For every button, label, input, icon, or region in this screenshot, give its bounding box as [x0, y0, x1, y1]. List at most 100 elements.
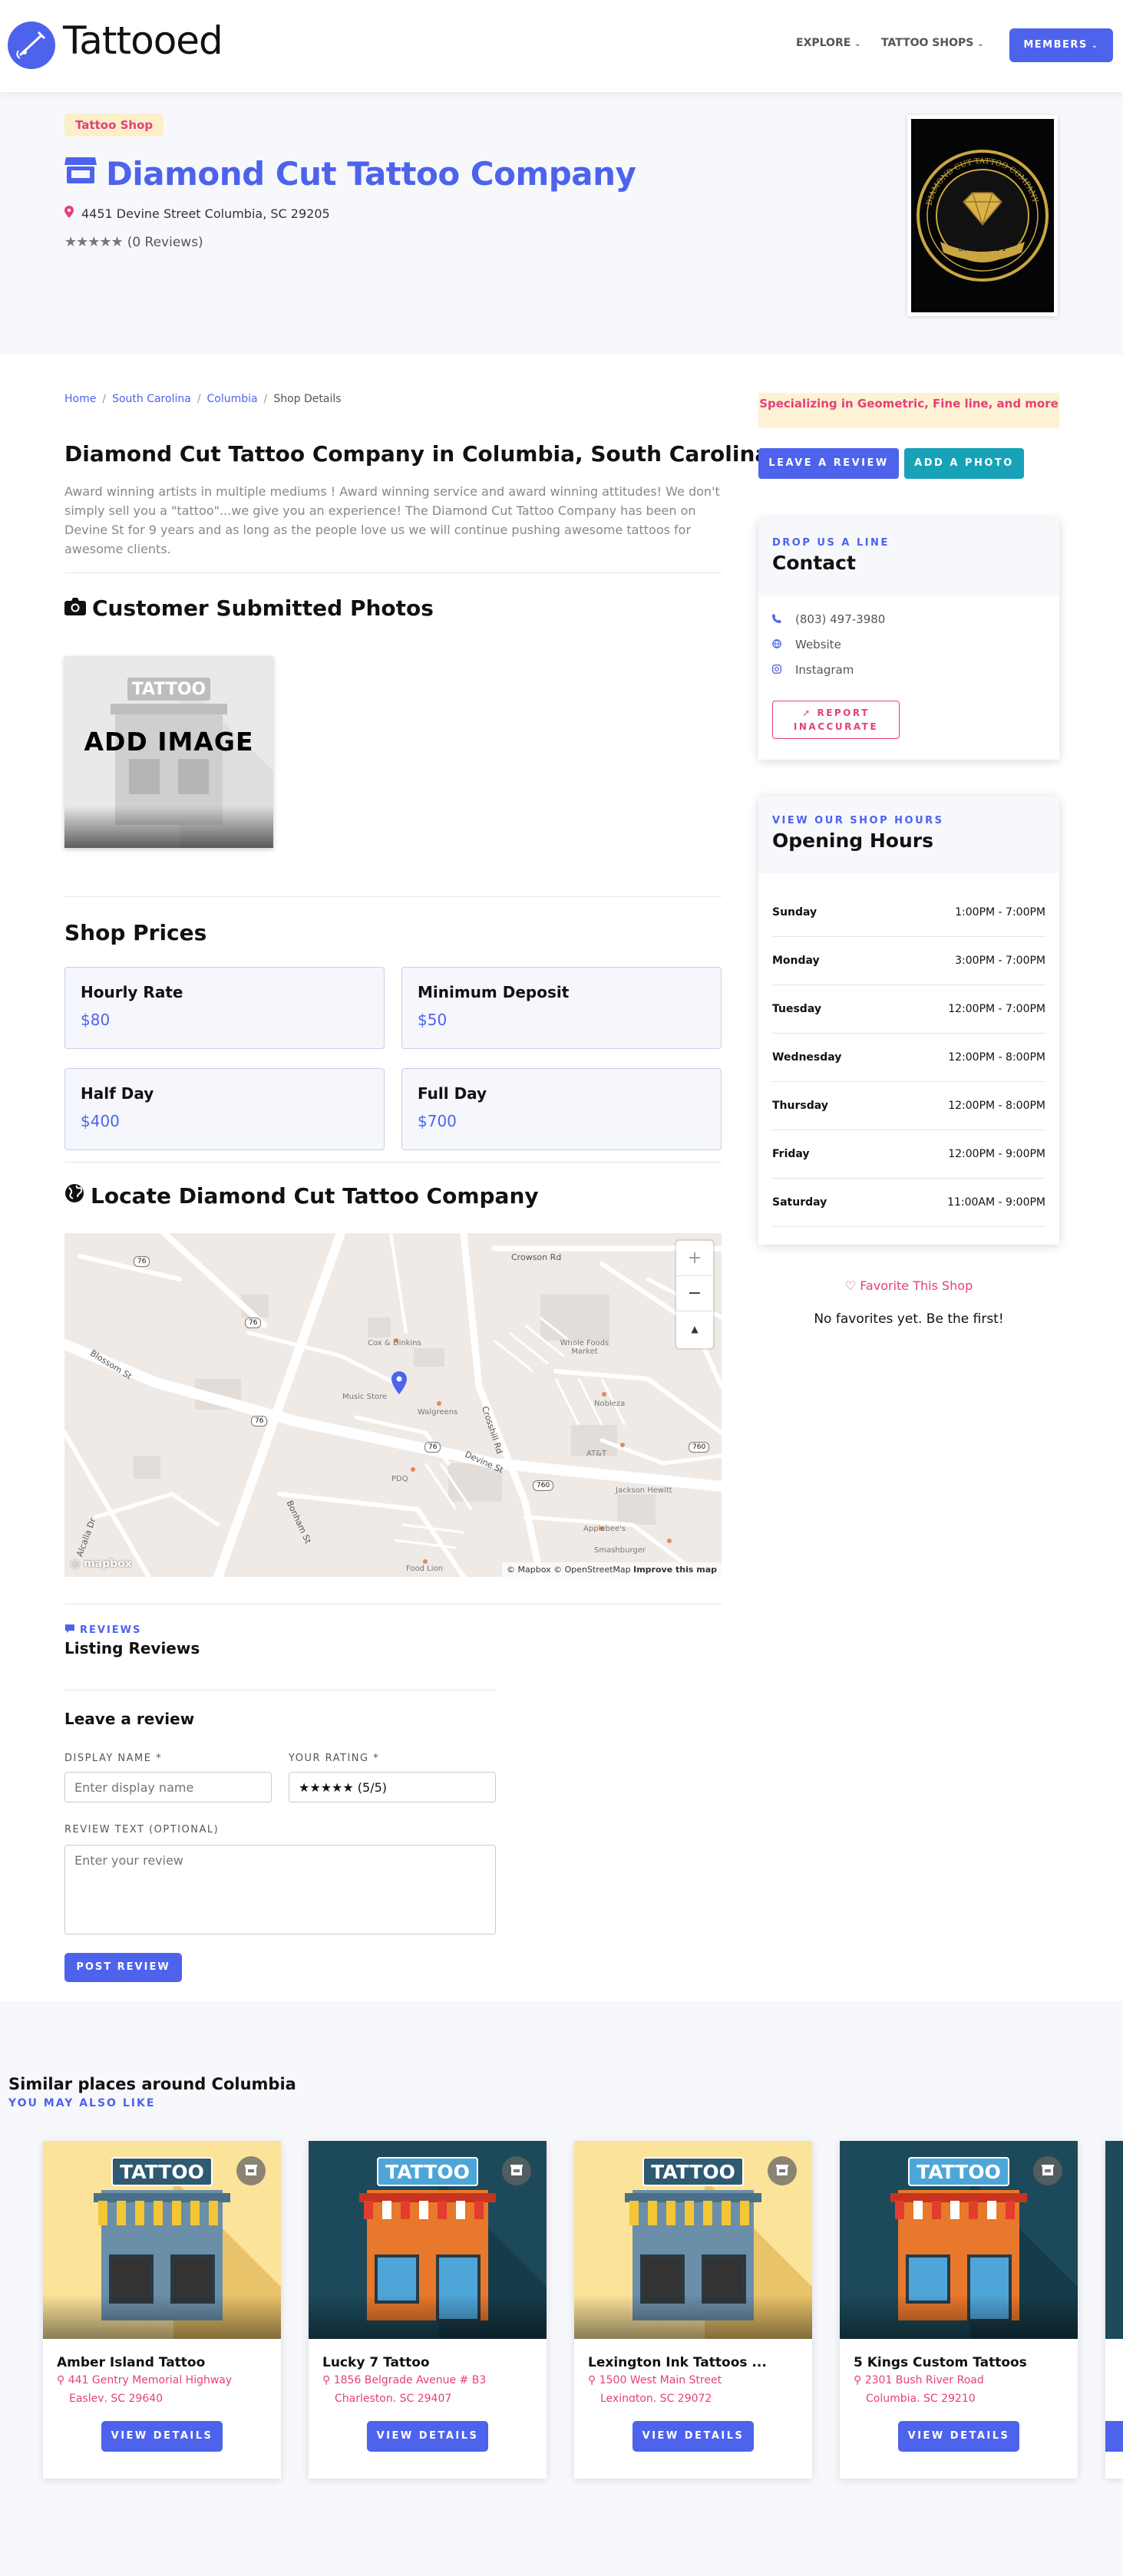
price-label: Minimum Deposit	[418, 983, 570, 1001]
improve-map-link[interactable]: Improve this map	[633, 1565, 717, 1575]
listing-name[interactable]: Lexington Ink Tattoos ...	[588, 2355, 767, 2370]
nav-tattoo-shops-label: TATTOO SHOPS	[881, 37, 974, 49]
view-details-button[interactable]: VIEW DETAILS	[633, 2421, 754, 2452]
rating-select[interactable]: ★★★★★ (5/5)	[289, 1772, 496, 1803]
reviews-section-label-text: REVIEWS	[80, 1624, 142, 1636]
listing-name[interactable]: 5 Kings Custom Tattoos	[854, 2355, 1027, 2370]
breadcrumb-city[interactable]: Columbia	[207, 393, 258, 405]
hero-section: Tattoo Shop Diamond Cut Tattoo Company 4…	[0, 92, 1123, 355]
specializing-banner: Specializing in Geometric, Fine line, an…	[758, 393, 1059, 428]
listing-card-partial[interactable]	[1105, 2141, 1123, 2479]
hours-row-saturday: Saturday 11:00AM - 9:00PM	[772, 1179, 1045, 1227]
price-value: $80	[81, 1011, 111, 1029]
hours-time: 12:00PM - 7:00PM	[948, 1003, 1045, 1015]
category-tag[interactable]: Tattoo Shop	[64, 114, 164, 137]
listing-name[interactable]: Amber Island Tattoo	[57, 2355, 205, 2370]
map-pin-icon: ⚲	[854, 2374, 865, 2386]
heart-icon: ♡	[844, 1278, 857, 1293]
hours-day: Saturday	[772, 1196, 827, 1209]
shop-logo-image: Since 2014 DIAMOND CUT TATTOO COMPANY	[907, 115, 1058, 316]
map-shield: 760	[533, 1480, 554, 1491]
nav-tattoo-shops[interactable]: TATTOO SHOPS ⌄	[881, 37, 984, 49]
map-pin-icon: ⚲	[57, 2374, 68, 2386]
page-title: Diamond Cut Tattoo Company	[64, 155, 636, 193]
listing-city: Lexington, SC 29072	[600, 2393, 712, 2402]
chevron-down-icon: ⌄	[1087, 41, 1099, 50]
display-name-label: DISPLAY NAME *	[64, 1753, 163, 1764]
add-image-sign: TATTOO	[131, 680, 206, 699]
map-heading-text: Locate Diamond Cut Tattoo Company	[91, 1183, 539, 1209]
map-shield: 76	[251, 1416, 268, 1427]
globe-icon	[64, 1183, 84, 1209]
post-review-button[interactable]: POST REVIEW	[64, 1953, 182, 1982]
contact-phone[interactable]: (803) 497-3980	[772, 612, 885, 626]
breadcrumb-home[interactable]: Home	[64, 393, 96, 405]
price-value: $700	[418, 1112, 457, 1130]
store-icon	[64, 155, 97, 193]
reviews-count[interactable]: (0 Reviews)	[127, 235, 203, 250]
comment-icon	[64, 1624, 75, 1637]
hours-time: 11:00AM - 9:00PM	[947, 1196, 1045, 1209]
add-image-tile[interactable]: TATTOO ADD IMAGE	[64, 656, 273, 848]
map-pin-icon	[64, 206, 74, 221]
contact-website[interactable]: Website	[772, 638, 841, 651]
attribution-text[interactable]: © Mapbox © OpenStreetMap	[507, 1565, 631, 1575]
listing-card[interactable]: TATTOO Lexington Ink Tattoos ... ⚲ 1500 We…	[574, 2141, 812, 2479]
hours-row-thursday: Thursday 12:00PM - 8:00PM	[772, 1082, 1045, 1130]
breadcrumb-state[interactable]: South Carolina	[112, 393, 191, 405]
listing-card[interactable]: TATTOO Lucky 7 Tattoo ⚲ 1856 Belgrade Aven…	[309, 2141, 547, 2479]
listing-name[interactable]: Lucky 7 Tattoo	[322, 2355, 430, 2370]
listing-card[interactable]: TATTOO 5 Kings Custom Tattoos ⚲ 2301 Bush …	[840, 2141, 1078, 2479]
map-poi-label: Music Store	[342, 1393, 388, 1401]
price-full-day: Full Day $700	[401, 1068, 722, 1150]
listing-card[interactable]: TATTOO Amber Island Tattoo ⚲ 441 Gentry Me…	[43, 2141, 281, 2479]
logo-text[interactable]: Tattooed	[63, 18, 223, 63]
logo-icon[interactable]	[8, 21, 55, 69]
view-details-button[interactable]: VIEW DETAILS	[367, 2421, 488, 2452]
price-value: $400	[81, 1112, 120, 1130]
review-textarea[interactable]	[64, 1845, 496, 1934]
divider	[64, 572, 722, 573]
listing-sign-text: TATTOO	[385, 2161, 470, 2183]
image-shade	[309, 2294, 547, 2339]
price-label: Hourly Rate	[81, 983, 183, 1001]
globe-icon	[772, 638, 781, 651]
site-header: Tattooed EXPLORE ⌄ TATTOO SHOPS ⌄ MEMBER…	[0, 0, 1123, 92]
add-photo-button[interactable]: ADD A PHOTO	[904, 448, 1024, 479]
contact-small-label: DROP US A LINE	[772, 537, 890, 549]
listing-address: ⚲ 441 Gentry Memorial Highway	[57, 2374, 233, 2386]
store-badge-icon	[1033, 2156, 1062, 2185]
map-canvas[interactable]: Crowson Rd Blossom St Devine St Crosshil…	[64, 1233, 722, 1577]
favorite-button[interactable]: ♡ Favorite This Shop	[758, 1278, 1059, 1293]
compass-button[interactable]: ▲	[676, 1311, 713, 1347]
view-details-button[interactable]: VIEW DETAILS	[101, 2421, 223, 2452]
zoom-in-button[interactable]: +	[676, 1241, 713, 1276]
contact-instagram[interactable]: Instagram	[772, 663, 854, 677]
breadcrumb: Home / South Carolina / Columbia / Shop Detail…	[64, 393, 342, 405]
camera-icon	[64, 595, 86, 621]
photos-heading: Customer Submitted Photos	[64, 595, 434, 621]
mapbox-brand-text: mapbox	[84, 1558, 132, 1570]
members-button[interactable]: MEMBERS ⌄	[1009, 28, 1113, 62]
hours-row-sunday: Sunday 1:00PM - 7:00PM	[772, 889, 1045, 937]
nav-explore-label: EXPLORE	[796, 37, 851, 49]
zoom-out-button[interactable]: −	[676, 1276, 713, 1311]
nav-explore[interactable]: EXPLORE ⌄	[796, 37, 861, 49]
favorite-label: Favorite This Shop	[860, 1278, 973, 1293]
view-details-button[interactable]	[1105, 2421, 1123, 2452]
hours-small-label: VIEW OUR SHOP HOURS	[772, 815, 944, 826]
reviews-section-label: REVIEWS	[64, 1624, 141, 1637]
view-details-button[interactable]: VIEW DETAILS	[898, 2421, 1019, 2452]
hours-day: Tuesday	[772, 1003, 821, 1015]
report-inaccurate-button[interactable]: ➚ REPORT INACCURATE	[772, 701, 900, 739]
map-pin-icon: ⚲	[322, 2374, 334, 2386]
divider	[64, 896, 722, 897]
reviews-title: Listing Reviews	[64, 1639, 200, 1657]
display-name-input[interactable]	[64, 1772, 272, 1803]
leave-review-button[interactable]: LEAVE A REVIEW	[758, 448, 899, 479]
mapbox-logo[interactable]: ◎ mapbox	[71, 1558, 132, 1570]
store-badge-icon	[236, 2156, 266, 2185]
map-poi-label: Food Lion	[406, 1565, 443, 1573]
chevron-down-icon: ⌄	[977, 40, 984, 48]
map-poi-label: Applebee's	[583, 1525, 626, 1533]
